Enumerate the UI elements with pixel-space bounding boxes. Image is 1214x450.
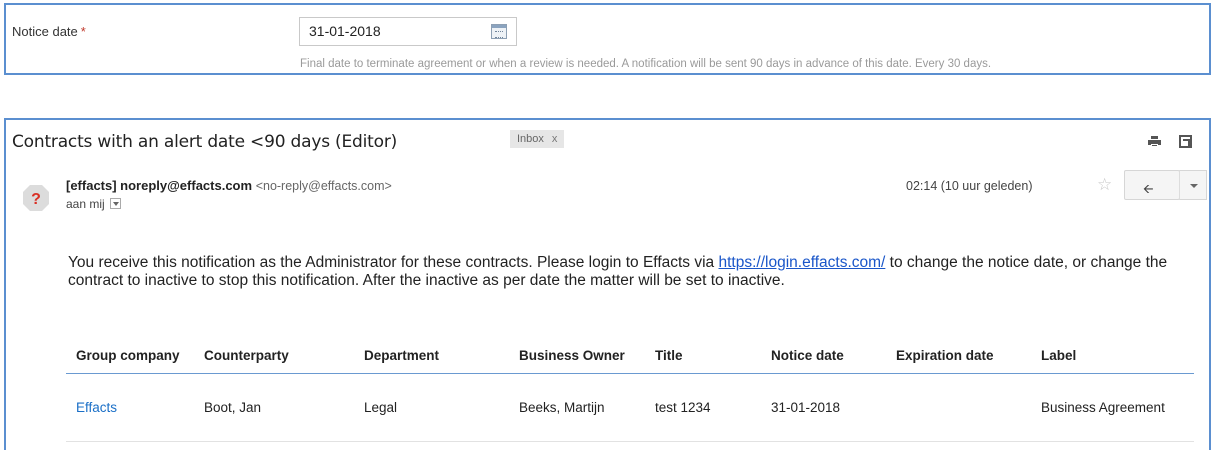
email-body: You receive this notification as the Adm… [68, 254, 1198, 290]
table-cell: Boot, Jan [194, 373, 354, 442]
column-header: Counterparty [194, 339, 354, 374]
table-cell: Beeks, Martijn [509, 373, 645, 442]
notice-date-value[interactable]: 31-01-2018 [309, 23, 381, 39]
required-marker: * [80, 24, 86, 39]
notice-date-label: Notice date * [12, 24, 86, 39]
print-icon[interactable] [1148, 136, 1161, 147]
login-link[interactable]: https://login.effacts.com/ [719, 254, 886, 271]
column-header: Label [1031, 339, 1194, 374]
table-cell: Legal [354, 373, 509, 442]
notice-date-panel: Notice date * 31-01-2018 Final date to te… [4, 3, 1211, 75]
calendar-icon[interactable] [491, 24, 507, 39]
table-header-row: Group company Counterparty Department Bu… [66, 339, 1194, 374]
inbox-label[interactable]: Inbox x [510, 130, 565, 148]
body-text-start: You receive this notification as the Adm… [68, 254, 719, 271]
column-header: Department [354, 339, 509, 374]
svg-text:?: ? [31, 191, 41, 208]
column-header: Expiration date [886, 339, 1031, 374]
recipient-line: aan mij [66, 197, 122, 211]
unknown-sender-icon: ? [23, 185, 49, 211]
table-cell: Business Agreement [1031, 373, 1194, 442]
notice-date-label-text: Notice date [12, 24, 78, 39]
remove-label-icon[interactable]: x [552, 133, 558, 145]
column-header: Group company [66, 339, 194, 374]
group-company-link[interactable]: Effacts [66, 373, 194, 442]
email-time: 02:14 (10 uur geleden) [906, 179, 1033, 193]
table-row: Effacts Boot, Jan Legal Beeks, Martijn t… [66, 373, 1194, 442]
column-header: Notice date [761, 339, 886, 374]
more-options-button[interactable] [1179, 170, 1207, 200]
new-window-icon[interactable] [1179, 135, 1192, 148]
reply-icon: 🡨 [1143, 181, 1154, 196]
reply-button[interactable]: 🡨 [1124, 170, 1180, 200]
recipient-text: aan mij [66, 197, 105, 211]
table-cell: test 1234 [645, 373, 761, 442]
star-icon[interactable]: ☆ [1097, 175, 1112, 195]
table-cell [886, 373, 1031, 442]
sender-avatar: ? [21, 183, 51, 213]
column-header: Business Owner [509, 339, 645, 374]
notice-date-help: Final date to terminate agreement or whe… [300, 58, 992, 70]
column-header: Title [645, 339, 761, 374]
sender-address: <no-reply@effacts.com> [255, 179, 392, 193]
details-dropdown-icon[interactable] [110, 198, 122, 209]
notice-date-input[interactable]: 31-01-2018 [299, 17, 517, 46]
inbox-label-text: Inbox [517, 133, 544, 145]
email-panel: Contracts with an alert date <90 days (E… [4, 118, 1211, 450]
table-cell: 31-01-2018 [761, 373, 886, 442]
sender-name[interactable]: [effacts] noreply@effacts.com [66, 178, 252, 193]
sender-line: [effacts] noreply@effacts.com <no-reply@… [66, 178, 392, 193]
contracts-table: Group company Counterparty Department Bu… [66, 339, 1194, 442]
email-subject: Contracts with an alert date <90 days (E… [12, 132, 398, 152]
